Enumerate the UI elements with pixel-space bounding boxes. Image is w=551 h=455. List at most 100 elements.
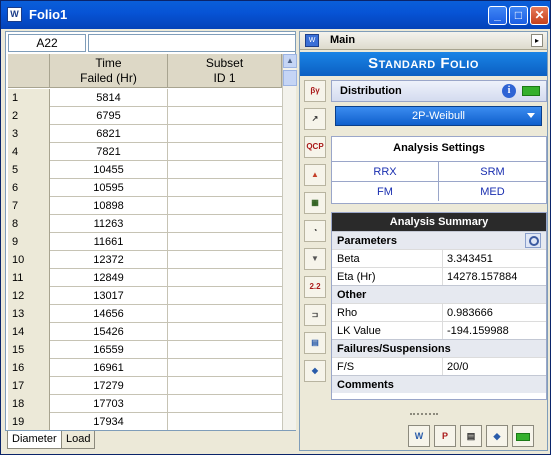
table-row[interactable]: 9 11661 [8, 233, 282, 251]
subset-cell[interactable] [168, 341, 282, 359]
time-failed-cell[interactable]: 6795 [50, 107, 168, 125]
subset-cell[interactable] [168, 323, 282, 341]
subset-cell[interactable] [168, 179, 282, 197]
time-failed-cell[interactable]: 10595 [50, 179, 168, 197]
green-bar-icon[interactable] [522, 86, 540, 96]
minimize-button[interactable]: _ [488, 6, 507, 25]
subset-cell[interactable] [168, 89, 282, 107]
table-row[interactable]: 15 16559 [8, 341, 282, 359]
time-failed-cell[interactable]: 11263 [50, 215, 168, 233]
subset-cell[interactable] [168, 215, 282, 233]
grid-icon[interactable]: ▤ [304, 332, 326, 354]
table-row[interactable]: 8 11263 [8, 215, 282, 233]
subset-cell[interactable] [168, 143, 282, 161]
scroll-thumb[interactable] [283, 70, 297, 86]
row-number[interactable]: 15 [8, 341, 50, 359]
time-failed-cell[interactable]: 12849 [50, 269, 168, 287]
table-row[interactable]: 1 5814 [8, 89, 282, 107]
cell-reference-box[interactable]: A22 [8, 34, 86, 52]
table-row[interactable]: 5 10455 [8, 161, 282, 179]
probability-plot-icon[interactable]: ↗ [304, 108, 326, 130]
subset-cell[interactable] [168, 305, 282, 323]
table-row[interactable]: 14 15426 [8, 323, 282, 341]
table-row[interactable]: 12 13017 [8, 287, 282, 305]
word-report-icon[interactable]: W [408, 425, 430, 447]
table-row[interactable]: 10 12372 [8, 251, 282, 269]
setting-srm[interactable]: SRM [439, 161, 546, 181]
row-number[interactable]: 9 [8, 233, 50, 251]
time-failed-cell[interactable]: 15426 [50, 323, 168, 341]
column-header-subset[interactable]: Subset ID 1 [168, 54, 282, 88]
time-failed-cell[interactable]: 5814 [50, 89, 168, 107]
subset-cell[interactable] [168, 125, 282, 143]
row-number[interactable]: 7 [8, 197, 50, 215]
pdf-icon[interactable]: P [434, 425, 456, 447]
time-failed-cell[interactable]: 11661 [50, 233, 168, 251]
close-button[interactable]: ✕ [530, 6, 549, 25]
row-number[interactable]: 18 [8, 395, 50, 413]
subset-cell[interactable] [168, 395, 282, 413]
table-row[interactable]: 4 7821 [8, 143, 282, 161]
pdf-plot-icon[interactable]: ▲ [304, 164, 326, 186]
row-number[interactable]: 13 [8, 305, 50, 323]
filter-icon[interactable]: ▼ [304, 248, 326, 270]
splitter-grip[interactable] [410, 413, 438, 417]
table-row[interactable]: 18 17703 [8, 395, 282, 413]
sheet-tab-load[interactable]: Load [61, 431, 96, 449]
time-failed-cell[interactable]: 14656 [50, 305, 168, 323]
row-number[interactable]: 2 [8, 107, 50, 125]
sheet-tab-diameter[interactable]: Diameter [7, 431, 62, 449]
subset-cell[interactable] [168, 413, 282, 430]
subset-cell[interactable] [168, 233, 282, 251]
time-failed-cell[interactable]: 17279 [50, 377, 168, 395]
table-row[interactable]: 6 10595 [8, 179, 282, 197]
row-number[interactable]: 10 [8, 251, 50, 269]
subset-cell[interactable] [168, 161, 282, 179]
qcp-icon[interactable]: QCP [304, 136, 326, 158]
time-failed-cell[interactable]: 12372 [50, 251, 168, 269]
transfer-icon[interactable]: ◆ [486, 425, 508, 447]
row-number[interactable]: 6 [8, 179, 50, 197]
time-failed-cell[interactable]: 13017 [50, 287, 168, 305]
table-row[interactable]: 17 17279 [8, 377, 282, 395]
time-failed-cell[interactable]: 7821 [50, 143, 168, 161]
table-row[interactable]: 2 6795 [8, 107, 282, 125]
search-icon[interactable] [525, 233, 541, 248]
info-icon[interactable]: i [502, 84, 516, 98]
subset-cell[interactable] [168, 269, 282, 287]
subset-cell[interactable] [168, 377, 282, 395]
time-failed-cell[interactable]: 10455 [50, 161, 168, 179]
formula-bar[interactable] [88, 34, 296, 52]
time-failed-cell[interactable]: 16961 [50, 359, 168, 377]
table-row[interactable]: 3 6821 [8, 125, 282, 143]
titlebar[interactable]: W Folio1 _ □ ✕ [1, 1, 550, 29]
subset-cell[interactable] [168, 287, 282, 305]
gauge-icon[interactable]: ◔ [304, 220, 326, 242]
time-failed-cell[interactable]: 17934 [50, 413, 168, 430]
subset-cell[interactable] [168, 359, 282, 377]
preview-icon[interactable]: ▤ [460, 425, 482, 447]
batch-icon[interactable]: 2.2 [304, 276, 326, 298]
row-number[interactable]: 3 [8, 125, 50, 143]
subset-cell[interactable] [168, 251, 282, 269]
setting-rrx[interactable]: RRX [332, 161, 439, 181]
time-failed-cell[interactable]: 10898 [50, 197, 168, 215]
vertical-scrollbar[interactable]: ▲ [282, 54, 297, 430]
beta-plot-icon[interactable]: βγ [304, 80, 326, 102]
row-number[interactable]: 14 [8, 323, 50, 341]
scroll-up-arrow-icon[interactable]: ▲ [283, 54, 297, 68]
green-bar-icon[interactable] [512, 425, 534, 447]
transfer-icon[interactable]: ◆ [304, 360, 326, 382]
table-row[interactable]: 13 14656 [8, 305, 282, 323]
column-header-time[interactable]: Time Failed (Hr) [50, 54, 168, 88]
maximize-button[interactable]: □ [509, 6, 528, 25]
time-failed-cell[interactable]: 6821 [50, 125, 168, 143]
table-icon[interactable]: ▦ [304, 192, 326, 214]
setting-med[interactable]: MED [439, 181, 546, 201]
row-number[interactable]: 5 [8, 161, 50, 179]
alter-icon[interactable]: ⊐ [304, 304, 326, 326]
subset-cell[interactable] [168, 107, 282, 125]
setting-fm[interactable]: FM [332, 181, 439, 201]
row-number[interactable]: 8 [8, 215, 50, 233]
time-failed-cell[interactable]: 17703 [50, 395, 168, 413]
